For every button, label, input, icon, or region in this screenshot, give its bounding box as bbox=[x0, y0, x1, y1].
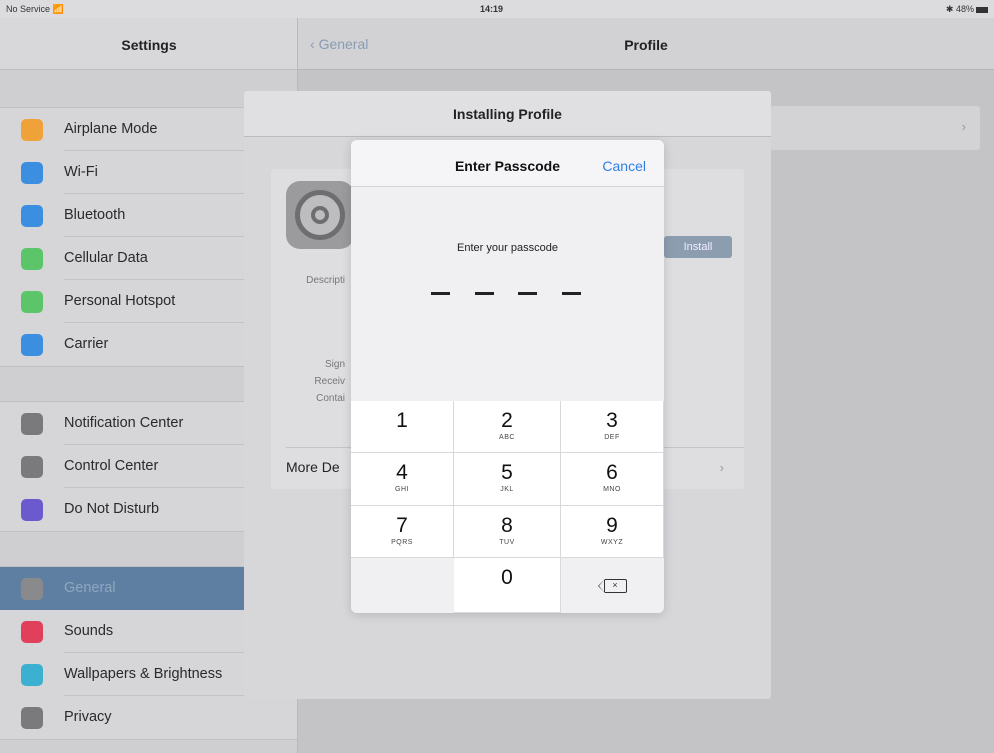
contains-label: Contai bbox=[316, 393, 345, 404]
detail-title: Profile bbox=[624, 37, 668, 53]
passcode-sheet: Enter Passcode Cancel Enter your passcod… bbox=[351, 140, 664, 613]
cancel-button[interactable]: Cancel bbox=[602, 158, 646, 174]
key-letters: PQRS bbox=[391, 539, 413, 546]
signed-label: Sign bbox=[324, 359, 345, 370]
key-letters: ABC bbox=[499, 434, 515, 441]
moon-icon bbox=[21, 498, 43, 521]
modal-title: Installing Profile bbox=[244, 91, 771, 137]
key-digit: 8 bbox=[501, 514, 513, 537]
passcode-prompt: Enter your passcode bbox=[457, 242, 558, 254]
keypad-key-2[interactable]: 2 ABC bbox=[454, 401, 561, 453]
key-digit: 6 bbox=[606, 461, 618, 484]
settings-gear-icon bbox=[286, 181, 354, 249]
passcode-header: Enter Passcode Cancel bbox=[351, 140, 664, 187]
antenna-icon bbox=[21, 247, 43, 270]
key-digit: 1 bbox=[396, 409, 408, 432]
keypad-key-5[interactable]: 5 JKL bbox=[454, 453, 561, 506]
key-letters: GHI bbox=[395, 486, 409, 493]
airplane-icon bbox=[21, 118, 43, 141]
sidebar-nav-bar: Settings bbox=[0, 18, 297, 70]
clock: 14:19 bbox=[480, 4, 504, 14]
keypad-key-1[interactable]: 1 bbox=[351, 401, 454, 453]
notification-icon bbox=[21, 412, 43, 435]
key-digit: 9 bbox=[606, 514, 618, 537]
more-details-link[interactable]: More De bbox=[286, 459, 340, 475]
key-letters: DEF bbox=[604, 434, 620, 441]
delete-key[interactable]: × bbox=[561, 558, 664, 613]
backspace-icon: × bbox=[597, 578, 627, 593]
passcode-digit-slot bbox=[431, 292, 450, 295]
keypad-key-0[interactable]: 0 bbox=[454, 558, 561, 613]
chevron-right-icon: › bbox=[719, 460, 724, 475]
received-label: Receiv bbox=[314, 376, 345, 387]
wifi-icon: 📶 bbox=[52, 4, 64, 14]
detail-nav-bar: ‹ General Profile bbox=[298, 18, 994, 70]
sidebar-item-privacy[interactable]: Privacy bbox=[0, 696, 297, 739]
carrier-label: No Service 📶 bbox=[6, 4, 64, 14]
passcode-digit-slot bbox=[518, 292, 538, 295]
wifi-icon bbox=[21, 161, 43, 184]
passcode-digit-slot bbox=[474, 292, 494, 295]
profile-row[interactable]: › bbox=[770, 106, 980, 150]
phone-icon bbox=[21, 333, 43, 356]
key-digit: 0 bbox=[501, 566, 513, 589]
key-digit: 3 bbox=[606, 409, 618, 432]
speaker-icon bbox=[21, 620, 43, 643]
passcode-field[interactable] bbox=[431, 292, 581, 295]
hand-icon bbox=[21, 706, 43, 729]
sidebar-title: Settings bbox=[121, 37, 177, 53]
bluetooth-status-icon: ✱ bbox=[945, 4, 954, 14]
key-letters: MNO bbox=[603, 486, 621, 493]
chevron-right-icon: › bbox=[961, 119, 966, 134]
battery-indicator: ✱ 48% bbox=[946, 4, 988, 15]
key-letters: WXYZ bbox=[600, 539, 624, 546]
numeric-keypad: 1 2 ABC 3 DEF 4 GHI 5 JKL 6 MNO 7 PQRS 8 TUV 9 WXYZ 0 × bbox=[351, 401, 664, 613]
keypad-key-7[interactable]: 7 PQRS bbox=[351, 506, 454, 558]
gear-icon bbox=[21, 577, 43, 600]
keypad-key-4[interactable]: 4 GHI bbox=[351, 453, 454, 506]
flower-icon bbox=[21, 663, 43, 686]
hotspot-icon bbox=[21, 290, 43, 313]
key-digit: 5 bbox=[501, 461, 513, 484]
key-letters: TUV bbox=[499, 539, 515, 546]
key-letters: JKL bbox=[500, 486, 514, 493]
battery-icon bbox=[976, 6, 988, 13]
bluetooth-icon bbox=[21, 204, 43, 227]
description-label: Descripti bbox=[306, 275, 345, 286]
key-digit: 7 bbox=[396, 514, 408, 537]
keypad-blank bbox=[351, 558, 454, 613]
keypad-key-3[interactable]: 3 DEF bbox=[561, 401, 664, 453]
keypad-key-9[interactable]: 9 WXYZ bbox=[561, 506, 664, 558]
status-bar: No Service 📶 14:19 ✱ 48% bbox=[0, 0, 994, 18]
control-center-icon bbox=[21, 455, 43, 478]
install-button[interactable]: Install bbox=[664, 236, 732, 258]
passcode-digit-slot bbox=[561, 292, 581, 295]
key-digit: 2 bbox=[501, 409, 513, 432]
keypad-key-8[interactable]: 8 TUV bbox=[454, 506, 561, 558]
key-digit: 4 bbox=[396, 461, 408, 484]
keypad-key-6[interactable]: 6 MNO bbox=[561, 453, 664, 506]
sidebar-item-label: Privacy bbox=[64, 709, 112, 725]
